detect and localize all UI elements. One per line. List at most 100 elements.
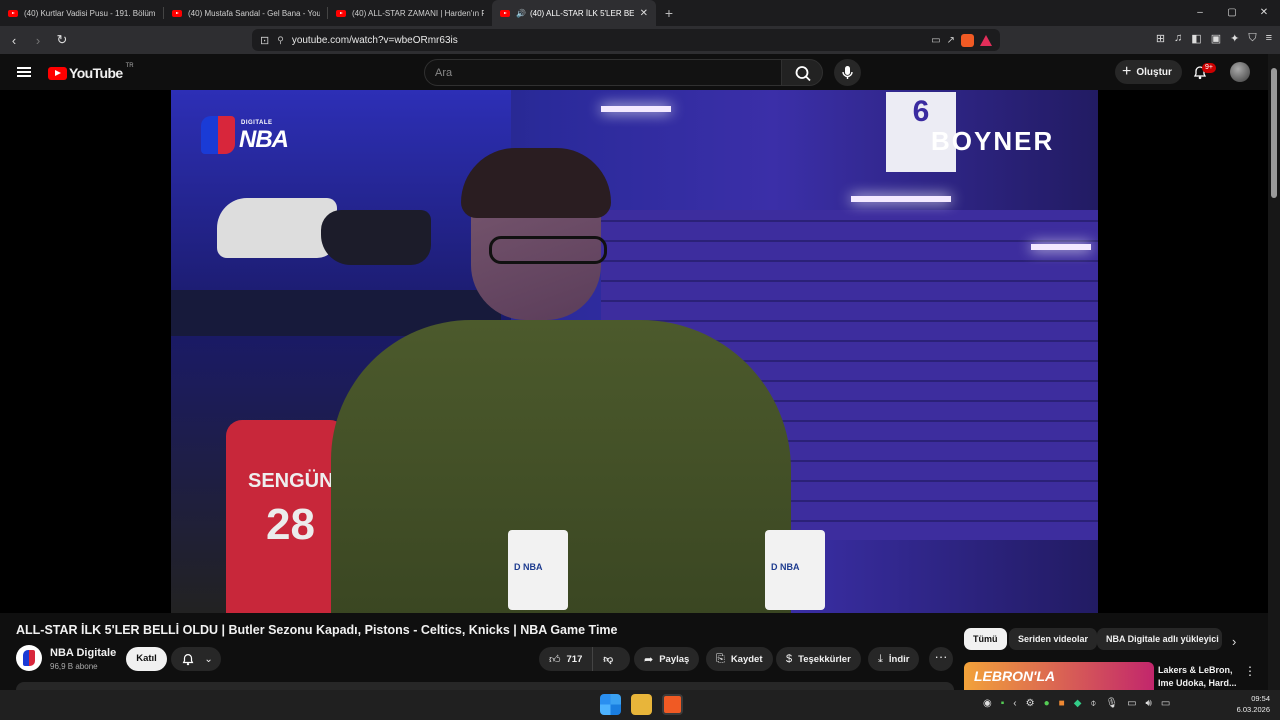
minimize-icon[interactable]: – xyxy=(1184,0,1216,26)
clock[interactable]: 09:54 6.03.2026 xyxy=(1230,693,1270,715)
thanks-button[interactable]: $ Teşekkürler xyxy=(776,647,861,671)
brave-browser-icon[interactable] xyxy=(662,694,683,715)
plus-icon: + xyxy=(1122,63,1132,80)
thumbs-down-icon: 👎︎ xyxy=(603,654,614,665)
browser-tools: ⊞ ♫ ◧ ▣ ✦ ⛉ ≡ xyxy=(1156,32,1272,45)
chevron-down-icon: ⌄ xyxy=(204,654,213,665)
close-window-icon[interactable]: ✕ xyxy=(1248,0,1280,26)
sidebar-icon[interactable]: ◧ xyxy=(1191,32,1201,45)
search-input[interactable]: Ara xyxy=(424,59,782,86)
share-button[interactable]: ➦ Paylaş xyxy=(634,647,700,671)
windows-taskbar: ◉ ▪ ‹ ⚙ ● ■ ◆ ⌽ 🎙︎ ▭ 🔊︎ ▭ 09:54 6.03.202… xyxy=(0,690,1280,720)
share-arrow-icon: ➦ xyxy=(644,653,654,666)
kebab-menu-icon[interactable]: ⋮ xyxy=(1244,664,1256,678)
recommended-thumbnail[interactable]: LEBRON'LA xyxy=(964,662,1154,690)
share-icon[interactable]: ↗ xyxy=(947,35,955,46)
tray-mic-icon[interactable]: 🎙︎ xyxy=(1105,698,1118,709)
new-tab-icon[interactable]: + xyxy=(656,5,682,21)
subscriber-count: 96,9 B abone xyxy=(50,662,98,671)
site-settings-icon[interactable]: ⚲ xyxy=(277,35,284,46)
screenshot-icon[interactable]: ⊞ xyxy=(1156,32,1165,45)
nba-mug-image: D NBA xyxy=(765,530,825,610)
brave-rewards-icon[interactable] xyxy=(980,34,992,46)
youtube-favicon-icon xyxy=(8,9,18,17)
chip-all[interactable]: Tümü xyxy=(964,628,1007,650)
hamburger-menu-icon[interactable] xyxy=(17,67,31,77)
search-button[interactable] xyxy=(781,59,823,86)
leo-ai-icon[interactable]: ✦ xyxy=(1230,32,1239,45)
tray-app-icon[interactable]: ◉ xyxy=(983,698,992,709)
tray-app-icon[interactable]: ‹ xyxy=(1013,698,1016,709)
cast-icon[interactable]: ▭ xyxy=(931,35,940,46)
join-button[interactable]: Katıl xyxy=(126,647,167,671)
taskbar-apps xyxy=(600,694,683,715)
create-label: Oluştur xyxy=(1136,66,1172,78)
browser-tab[interactable]: (40) Kurtlar Vadisi Pusu - 191. Bölüm xyxy=(0,0,164,26)
page-scrollbar[interactable] xyxy=(1268,54,1280,690)
chevron-right-icon[interactable]: › xyxy=(1232,634,1236,649)
share-label: Paylaş xyxy=(659,653,690,665)
restore-icon[interactable]: ▢ xyxy=(1216,0,1248,26)
download-label: İndir xyxy=(888,653,910,665)
channel-avatar[interactable] xyxy=(16,645,42,671)
tray-app-icon[interactable]: ■ xyxy=(1059,698,1065,709)
network-icon[interactable]: ▭ xyxy=(1127,698,1136,709)
media-icon[interactable]: ♫ xyxy=(1174,32,1182,45)
more-actions-icon[interactable]: ··· xyxy=(929,647,953,671)
url-bar-actions: ▭ ↗ xyxy=(931,33,992,47)
save-button[interactable]: ⎘ Kaydet xyxy=(706,647,773,671)
account-avatar[interactable] xyxy=(1230,62,1250,82)
wallet-icon[interactable]: ▣ xyxy=(1211,32,1221,45)
nba-mug-image: D NBA xyxy=(508,530,568,610)
channel-name[interactable]: NBA Digitale xyxy=(50,647,116,659)
reload-icon[interactable]: ↻ xyxy=(52,32,72,48)
hair xyxy=(461,148,611,218)
start-menu-icon[interactable] xyxy=(600,694,621,715)
tray-app-icon[interactable]: ◆ xyxy=(1074,698,1082,709)
create-button[interactable]: + Oluştur xyxy=(1115,60,1182,84)
video-frame[interactable]: 6 SENGÜN 28 D NBA D NBA DIGITALE NBA BOYN… xyxy=(171,90,1098,613)
video-player[interactable]: 6 SENGÜN 28 D NBA D NBA DIGITALE NBA BOYN… xyxy=(0,90,1268,613)
shelf-light xyxy=(1031,244,1091,250)
browser-tab-active[interactable]: 🔊 (40) ALL-STAR İLK 5'LER BELLİ ✕ xyxy=(492,0,656,26)
vpn-icon[interactable]: ⛉ xyxy=(1248,32,1256,45)
close-tab-icon[interactable]: ✕ xyxy=(640,8,648,19)
subscription-bell-button[interactable]: ⌄ xyxy=(171,647,221,671)
scrollbar-thumb[interactable] xyxy=(1271,68,1277,198)
dislike-button[interactable]: 👎︎ xyxy=(593,653,623,665)
search-icon xyxy=(795,66,811,82)
menu-icon[interactable]: ≡ xyxy=(1266,32,1272,45)
brave-shields-icon[interactable] xyxy=(961,33,974,47)
browser-tab-bar: (40) Kurtlar Vadisi Pusu - 191. Bölüm (4… xyxy=(0,0,1280,26)
url-bar[interactable]: ⊡ ⚲ youtube.com/watch?v=wbeORmr63is ▭ ↗ xyxy=(252,29,1000,51)
volume-icon[interactable]: 🔊︎ xyxy=(1146,698,1152,709)
shelf-light xyxy=(851,196,951,202)
browser-tab[interactable]: (40) ALL-STAR ZAMANI | Harden'ın F xyxy=(328,0,492,26)
tray-app-icon[interactable]: ⌽ xyxy=(1090,698,1096,709)
nba-digitale-logo: DIGITALE NBA xyxy=(201,116,311,156)
chip-uploader[interactable]: NBA Digitale adlı yükleyici xyxy=(1097,628,1222,650)
description-box[interactable] xyxy=(16,682,954,690)
browser-tab[interactable]: (40) Mustafa Sandal - Gel Bana - You xyxy=(164,0,328,26)
voice-search-button[interactable] xyxy=(834,59,861,86)
bell-icon xyxy=(182,653,194,666)
recommended-title[interactable]: Lakers & LeBron, Ime Udoka, Hard... xyxy=(1158,664,1237,690)
tray-app-icon[interactable]: ● xyxy=(1044,698,1050,709)
file-explorer-icon[interactable] xyxy=(631,694,652,715)
speaker-icon[interactable]: 🔊 xyxy=(516,9,526,18)
chip-series[interactable]: Seriden videolar xyxy=(1009,628,1098,650)
bookmark-icon[interactable]: ⊡ xyxy=(260,34,269,47)
url-text[interactable]: youtube.com/watch?v=wbeORmr63is xyxy=(292,35,458,46)
download-button[interactable]: ⤓ İndir xyxy=(868,647,920,671)
notification-badge: 9+ xyxy=(1202,63,1216,73)
tray-app-icon[interactable]: ▪ xyxy=(1001,698,1005,709)
shelf-light xyxy=(601,106,671,112)
youtube-logo[interactable]: YouTube TR xyxy=(48,63,134,81)
battery-icon[interactable]: ▭ xyxy=(1161,698,1170,709)
save-label: Kaydet xyxy=(730,653,763,665)
forward-icon[interactable]: › xyxy=(28,33,48,48)
tray-app-icon[interactable]: ⚙ xyxy=(1026,698,1035,709)
like-button[interactable]: 👍︎ 717 xyxy=(539,647,594,671)
video-title: ALL-STAR İLK 5'LER BELLİ OLDU | Butler S… xyxy=(16,623,618,637)
back-icon[interactable]: ‹ xyxy=(4,33,24,48)
